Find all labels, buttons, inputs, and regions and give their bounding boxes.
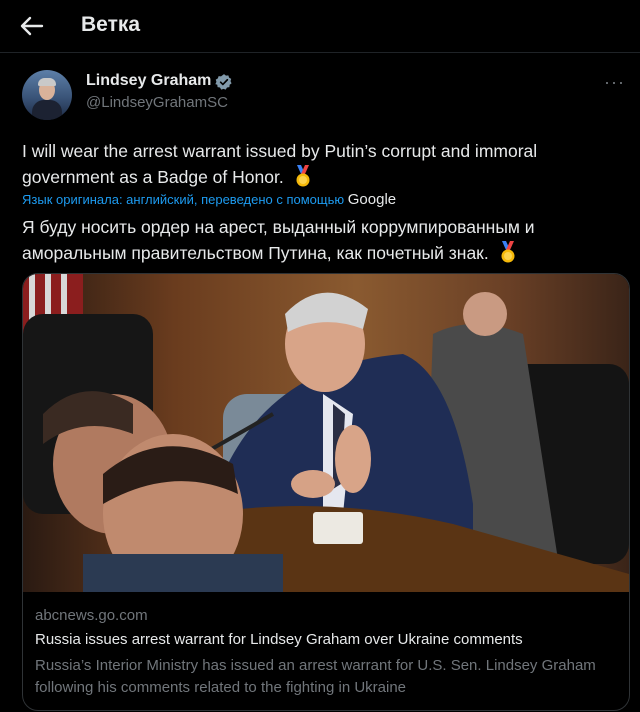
author-name[interactable]: Lindsey Graham	[86, 72, 211, 90]
author-handle[interactable]: @LindseyGrahamSC	[86, 94, 228, 111]
translation-note[interactable]: Язык оригинала: английский, переведено с…	[22, 191, 396, 208]
medal-icon	[296, 165, 310, 187]
link-description: Russia’s Interior Ministry has issued an…	[35, 657, 596, 696]
more-horizontal-icon[interactable]: ···	[604, 72, 625, 93]
link-card-image	[23, 274, 629, 592]
header-divider	[0, 52, 640, 53]
arrow-left-icon[interactable]	[18, 14, 46, 38]
medal-icon	[501, 241, 515, 263]
avatar[interactable]	[22, 70, 72, 120]
tweet-text: I will wear the arrest warrant issued by…	[22, 141, 538, 187]
translation-note-text: Язык оригинала: английский, переведено с…	[22, 192, 345, 207]
page-title: Ветка	[81, 13, 141, 36]
link-card[interactable]: abcnews.go.com Russia issues arrest warr…	[22, 273, 630, 711]
translation-provider: Google	[347, 191, 397, 208]
link-domain: abcnews.go.com	[35, 607, 148, 624]
tweet-text-translated: Я буду носить ордер на арест, выданный к…	[22, 217, 535, 263]
link-title[interactable]: Russia issues arrest warrant for Lindsey…	[35, 631, 523, 648]
tweet-text-translated-block: Я буду носить ордер на арест, выданный к…	[22, 214, 622, 266]
verified-badge-icon[interactable]	[215, 73, 233, 91]
thread-header: Ветка	[0, 0, 640, 52]
tweet-text-original: I will wear the arrest warrant issued by…	[22, 138, 622, 190]
